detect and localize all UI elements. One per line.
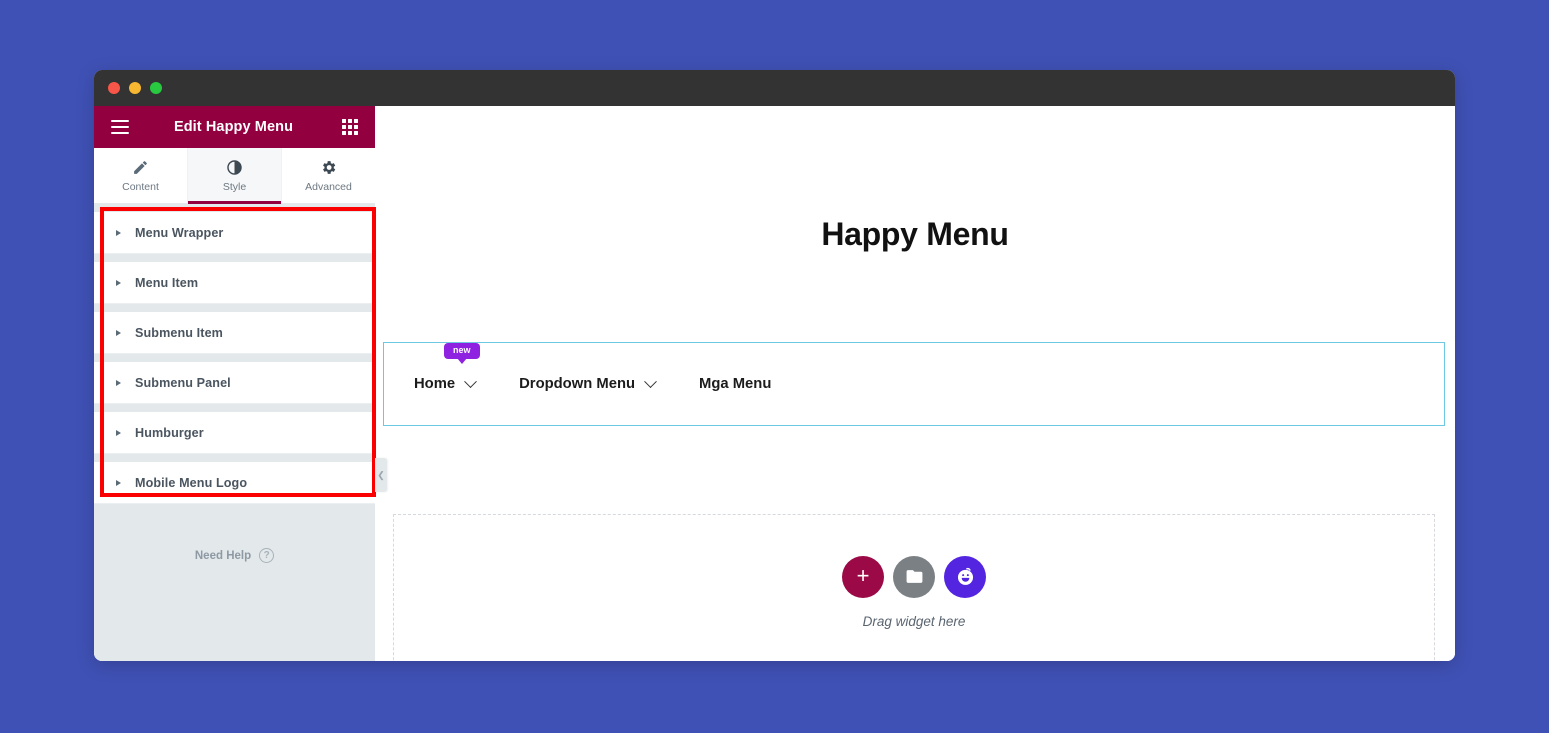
pencil-icon [134, 160, 147, 174]
menu-item-dropdown-menu[interactable]: Dropdown Menu [497, 374, 677, 392]
question-circle-icon: ? [259, 548, 275, 563]
panel-collapse-handle[interactable]: ❮ [375, 458, 387, 492]
new-badge: new [444, 343, 480, 359]
menu-item-label: Mga Menu [699, 376, 772, 392]
window-minimize-button[interactable] [129, 82, 141, 94]
contrast-icon [227, 159, 242, 175]
menu-item-mga-menu[interactable]: Mga Menu [677, 376, 793, 392]
app-window: Edit Happy Menu Content Style Advanced M… [94, 70, 1455, 661]
menu-item-home[interactable]: new Home [392, 343, 497, 392]
chevron-down-icon [644, 374, 657, 388]
section-divider [94, 354, 375, 362]
window-titlebar [94, 70, 1455, 106]
section-divider [94, 304, 375, 312]
section-divider [94, 254, 375, 262]
add-widget-button[interactable]: + [842, 555, 884, 598]
section-label: Submenu Panel [135, 375, 231, 390]
section-menu-item[interactable]: Menu Item [94, 262, 375, 304]
chevron-right-icon [116, 279, 121, 286]
hamburger-icon[interactable] [111, 120, 129, 134]
widget-drop-area[interactable]: + Drag widget here [393, 514, 1435, 661]
section-divider [94, 404, 375, 412]
section-mobile-menu-logo[interactable]: Mobile Menu Logo [94, 462, 375, 504]
menu-widget-section[interactable]: new Home Dropdown Menu Mga Menu [383, 342, 1445, 426]
chevron-right-icon [116, 229, 121, 236]
chevron-right-icon [116, 479, 121, 486]
style-sections-list: Menu Wrapper Menu Item Submenu Item Subm… [94, 204, 376, 504]
panel-tabs: Content Style Advanced [94, 148, 375, 204]
panel-header: Edit Happy Menu [94, 106, 375, 148]
folder-icon [906, 570, 922, 583]
section-submenu-panel[interactable]: Submenu Panel [94, 362, 375, 404]
need-help-link[interactable]: Need Help ? [94, 548, 375, 563]
gear-icon [323, 160, 336, 174]
section-label: Menu Wrapper [135, 225, 224, 240]
chevron-left-icon: ❮ [377, 469, 385, 480]
tab-style[interactable]: Style [188, 148, 282, 204]
tab-style-label: Style [222, 180, 247, 193]
window-maximize-button[interactable] [150, 82, 162, 94]
section-humburger[interactable]: Humburger [94, 412, 375, 454]
chevron-right-icon [116, 329, 121, 336]
happy-face-icon [957, 567, 973, 585]
section-label: Mobile Menu Logo [135, 475, 248, 490]
menu-list: new Home Dropdown Menu Mga Menu [384, 343, 793, 392]
preview-canvas: Happy Menu new Home Dropdown Menu Mga Me… [375, 106, 1455, 661]
happy-addons-button[interactable] [944, 555, 986, 598]
tab-advanced[interactable]: Advanced [282, 148, 375, 203]
drag-widget-text: Drag widget here [862, 613, 966, 629]
need-help-label: Need Help [194, 549, 252, 562]
editor-panel: Edit Happy Menu Content Style Advanced M… [94, 106, 387, 661]
add-template-button[interactable] [893, 555, 935, 598]
section-label: Humburger [135, 425, 204, 440]
tab-content-label: Content [122, 180, 159, 193]
window-close-button[interactable] [108, 82, 120, 94]
section-menu-wrapper[interactable]: Menu Wrapper [94, 212, 375, 254]
section-submenu-item[interactable]: Submenu Item [94, 312, 375, 354]
tab-content[interactable]: Content [94, 148, 188, 203]
chevron-right-icon [116, 429, 121, 436]
menu-item-label: Dropdown Menu [519, 376, 636, 392]
page-title: Happy Menu [821, 216, 1009, 252]
chevron-down-icon [464, 374, 477, 388]
section-divider [94, 454, 375, 462]
tab-advanced-label: Advanced [305, 180, 352, 193]
drop-area-buttons: + [842, 555, 986, 598]
panel-title: Edit Happy Menu [173, 119, 294, 135]
section-label: Submenu Item [135, 325, 223, 340]
menu-item-label: Home [414, 376, 456, 392]
window-body: Edit Happy Menu Content Style Advanced M… [94, 106, 1455, 661]
grid-icon[interactable] [342, 119, 358, 135]
section-label: Menu Item [135, 275, 199, 290]
chevron-right-icon [116, 379, 121, 386]
